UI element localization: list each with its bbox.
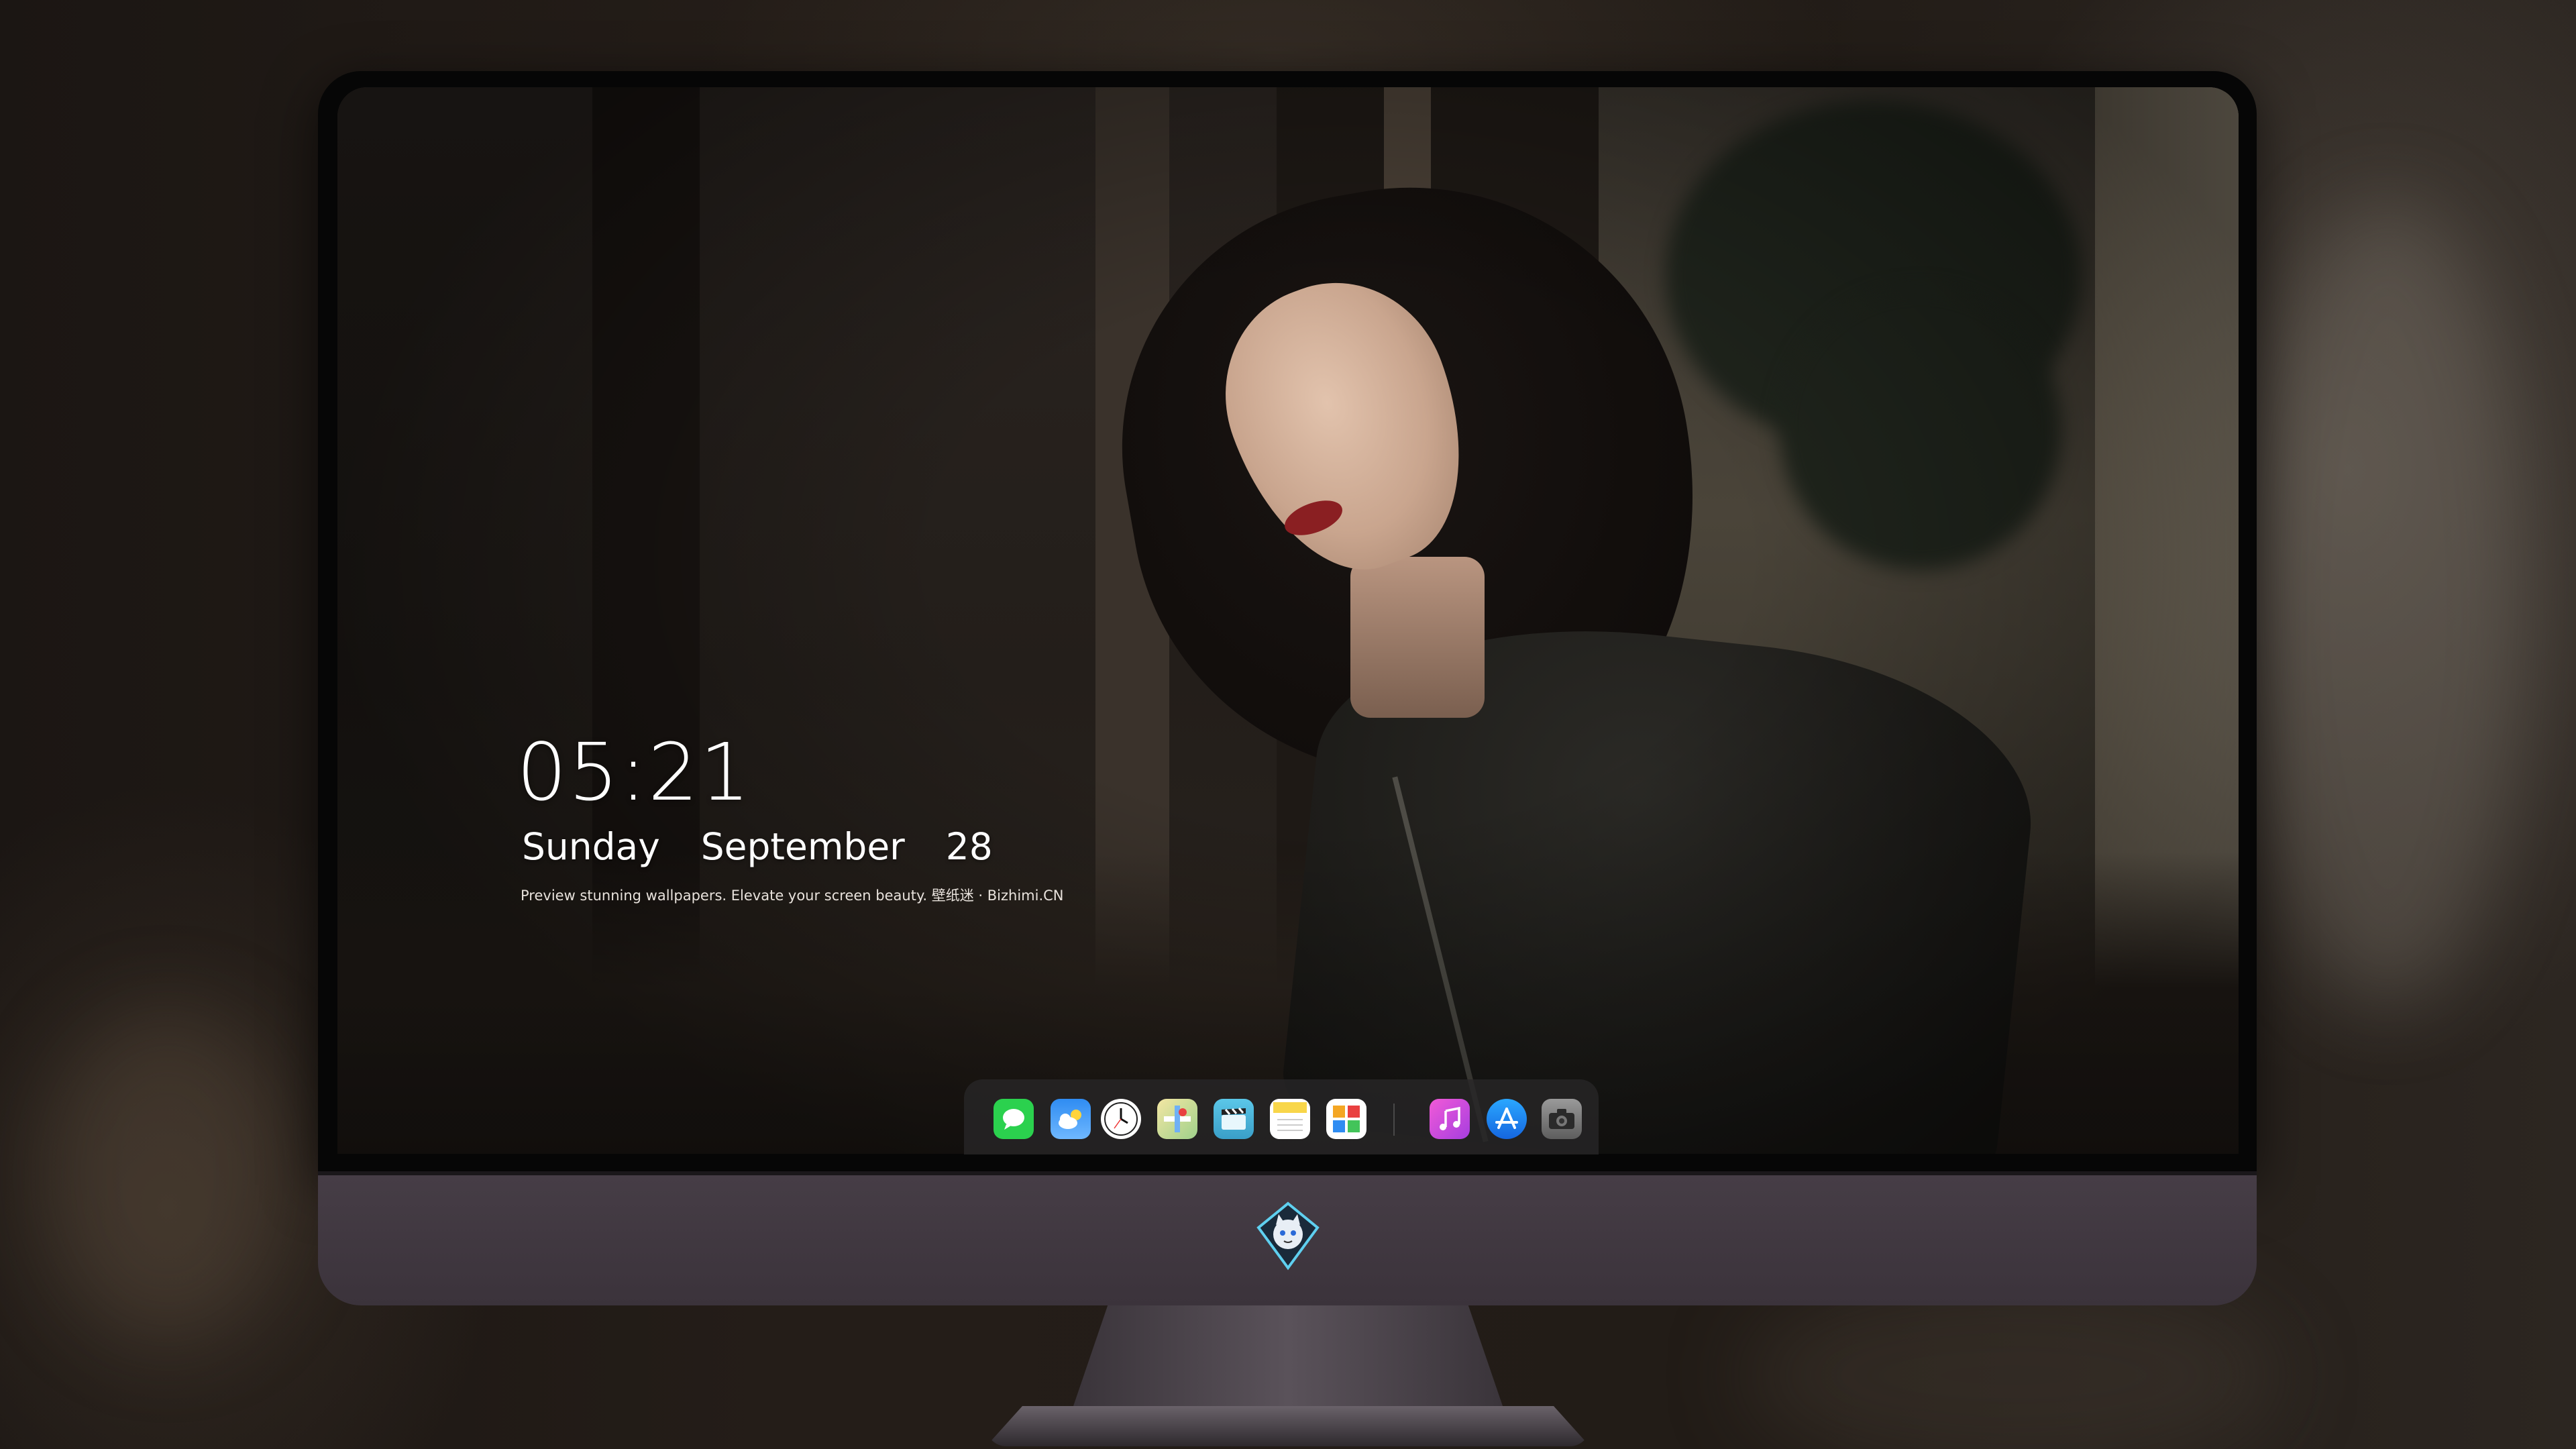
- monitor-stand-base: [986, 1406, 1590, 1446]
- music-dock-icon[interactable]: [1430, 1099, 1470, 1139]
- app-store-icon: [1495, 1108, 1518, 1129]
- cat-mascot-logo-icon: [1253, 1201, 1323, 1271]
- cloud-icon: [1059, 1110, 1081, 1129]
- lock-date: Sunday September 28: [522, 825, 993, 868]
- lock-clock: 05:21: [517, 726, 752, 818]
- wallpaper-tagline: Preview stunning wallpapers. Elevate you…: [521, 888, 1064, 904]
- weather-dock-icon[interactable]: [1051, 1099, 1091, 1139]
- map-icon: [1164, 1106, 1191, 1132]
- camera-icon: [1549, 1109, 1574, 1129]
- desktop-screen: [337, 87, 2239, 1154]
- date-weekday: Sunday: [522, 825, 660, 868]
- clock-icon: [1104, 1102, 1138, 1136]
- camera-dock-icon[interactable]: [1542, 1099, 1582, 1139]
- app-store-dock-icon[interactable]: [1487, 1099, 1527, 1139]
- notes-icon: [1273, 1102, 1307, 1131]
- date-day: 28: [945, 825, 993, 868]
- dock-separator: [1393, 1104, 1395, 1136]
- photos-dock-icon[interactable]: [1326, 1099, 1366, 1139]
- maps-dock-icon[interactable]: [1157, 1099, 1197, 1139]
- wallpaper: [337, 87, 2239, 1154]
- monitor-stand: [1073, 1305, 1503, 1406]
- chat-bubble-icon: [1003, 1109, 1024, 1130]
- photos-icon: [1333, 1106, 1360, 1132]
- dock: [964, 1079, 1599, 1155]
- messages-dock-icon[interactable]: [994, 1099, 1034, 1139]
- notes-dock-icon[interactable]: [1270, 1099, 1310, 1139]
- date-month: September: [700, 825, 905, 868]
- videos-dock-icon[interactable]: [1214, 1099, 1254, 1139]
- clapper-icon: [1222, 1108, 1246, 1130]
- clock-dock-icon[interactable]: [1101, 1099, 1141, 1139]
- music-note-icon: [1440, 1106, 1460, 1130]
